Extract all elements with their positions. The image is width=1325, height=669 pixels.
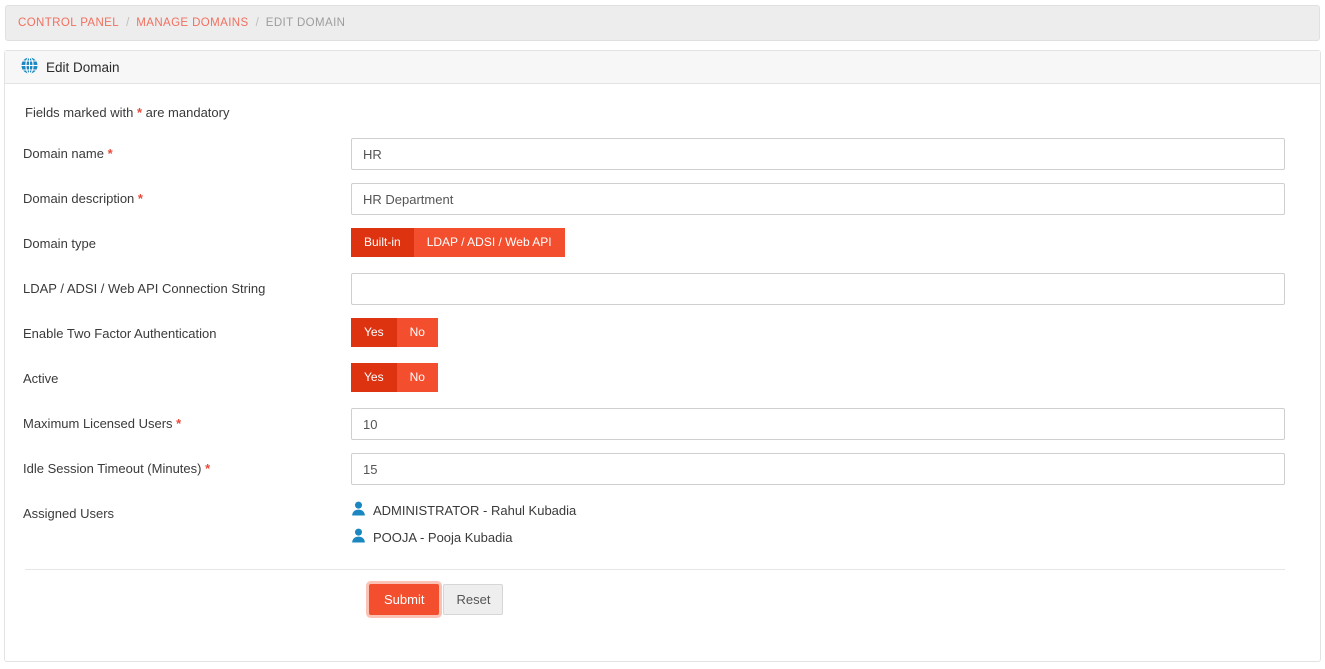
active-option-yes[interactable]: Yes <box>351 363 397 392</box>
form-row-domain-description: Domain description * <box>23 183 1302 215</box>
connection-string-input[interactable] <box>351 273 1285 305</box>
domain-type-option-built-in[interactable]: Built-in <box>351 228 414 257</box>
edit-domain-panel: Edit Domain Fields marked with * are man… <box>4 50 1321 662</box>
two-factor-option-no[interactable]: No <box>396 318 438 347</box>
label-domain-description: Domain description * <box>23 183 351 208</box>
breadcrumb-item-manage-domains[interactable]: MANAGE DOMAINS <box>136 17 248 29</box>
panel-body: Fields marked with * are mandatory Domai… <box>5 84 1320 615</box>
breadcrumb-separator: / <box>126 17 130 29</box>
list-item: ADMINISTRATOR - Rahul Kubadia <box>351 501 1285 519</box>
active-toggle-group: Yes No <box>351 363 438 392</box>
label-two-factor: Enable Two Factor Authentication <box>23 318 351 343</box>
domain-type-toggle-group: Built-in LDAP / ADSI / Web API <box>351 228 565 257</box>
breadcrumb-item-control-panel[interactable]: CONTROL PANEL <box>18 17 119 29</box>
two-factor-toggle-group: Yes No <box>351 318 438 347</box>
label-domain-name-text: Domain name <box>23 146 104 161</box>
page-title: Edit Domain <box>46 59 120 75</box>
control-connection-string <box>351 273 1302 305</box>
label-domain-type: Domain type <box>23 228 351 253</box>
form-row-assigned-users: Assigned Users ADMINISTRATOR - Rahul Kub… <box>23 498 1302 555</box>
mandatory-note-prefix: Fields marked with <box>25 105 137 120</box>
control-active: Yes No <box>351 363 1302 392</box>
form-actions: Submit Reset <box>23 570 1302 615</box>
assigned-users-list: ADMINISTRATOR - Rahul Kubadia POOJA - Po… <box>351 498 1285 546</box>
user-icon <box>351 528 366 546</box>
form-row-max-licensed-users: Maximum Licensed Users * <box>23 408 1302 440</box>
label-max-licensed-users: Maximum Licensed Users * <box>23 408 351 433</box>
label-connection-string-text: LDAP / ADSI / Web API Connection String <box>23 281 266 296</box>
two-factor-option-yes[interactable]: Yes <box>351 318 397 347</box>
control-two-factor: Yes No <box>351 318 1302 347</box>
domain-description-input[interactable] <box>351 183 1285 215</box>
label-active: Active <box>23 363 351 388</box>
submit-button[interactable]: Submit <box>369 584 440 615</box>
control-domain-description <box>351 183 1302 215</box>
label-idle-session-timeout: Idle Session Timeout (Minutes) * <box>23 453 351 478</box>
control-domain-name <box>351 138 1302 170</box>
assigned-user-name: ADMINISTRATOR - Rahul Kubadia <box>373 502 577 518</box>
list-item: POOJA - Pooja Kubadia <box>351 528 1285 546</box>
breadcrumb-item-edit-domain: EDIT DOMAIN <box>265 17 346 29</box>
form-row-domain-name: Domain name * <box>23 138 1302 170</box>
domain-name-input[interactable] <box>351 138 1285 170</box>
breadcrumb-separator: / <box>255 17 259 29</box>
control-idle-session-timeout <box>351 453 1302 485</box>
form-row-connection-string: LDAP / ADSI / Web API Connection String <box>23 273 1302 305</box>
required-marker: * <box>107 146 113 161</box>
control-assigned-users: ADMINISTRATOR - Rahul Kubadia POOJA - Po… <box>351 498 1302 555</box>
label-domain-name: Domain name * <box>23 138 351 163</box>
control-domain-type: Built-in LDAP / ADSI / Web API <box>351 228 1302 257</box>
required-marker: * <box>137 191 143 206</box>
required-marker: * <box>176 416 182 431</box>
label-domain-description-text: Domain description <box>23 191 135 206</box>
form-row-active: Active Yes No <box>23 363 1302 395</box>
label-assigned-users-text: Assigned Users <box>23 506 115 521</box>
label-connection-string: LDAP / ADSI / Web API Connection String <box>23 273 351 298</box>
idle-session-timeout-input[interactable] <box>351 453 1285 485</box>
mandatory-note-suffix: are mandatory <box>142 105 230 120</box>
user-icon <box>351 501 366 519</box>
form-row-idle-session-timeout: Idle Session Timeout (Minutes) * <box>23 453 1302 485</box>
max-licensed-users-input[interactable] <box>351 408 1285 440</box>
active-option-no[interactable]: No <box>396 363 438 392</box>
label-active-text: Active <box>23 371 59 386</box>
domain-type-option-ldap-adsi-web-api[interactable]: LDAP / ADSI / Web API <box>413 228 565 257</box>
form-row-domain-type: Domain type Built-in LDAP / ADSI / Web A… <box>23 228 1302 260</box>
breadcrumb: CONTROL PANEL / MANAGE DOMAINS / EDIT DO… <box>5 5 1320 41</box>
panel-header: Edit Domain <box>5 51 1320 84</box>
label-idle-session-timeout-text: Idle Session Timeout (Minutes) <box>23 461 202 476</box>
required-marker: * <box>205 461 211 476</box>
assigned-user-name: POOJA - Pooja Kubadia <box>373 529 513 545</box>
globe-icon <box>21 56 38 77</box>
label-max-licensed-users-text: Maximum Licensed Users <box>23 416 173 431</box>
label-domain-type-text: Domain type <box>23 236 96 251</box>
reset-button[interactable]: Reset <box>443 584 504 615</box>
label-assigned-users: Assigned Users <box>23 498 351 523</box>
mandatory-fields-note: Fields marked with * are mandatory <box>25 105 1302 120</box>
form-row-two-factor: Enable Two Factor Authentication Yes No <box>23 318 1302 350</box>
control-max-licensed-users <box>351 408 1302 440</box>
label-two-factor-text: Enable Two Factor Authentication <box>23 326 217 341</box>
